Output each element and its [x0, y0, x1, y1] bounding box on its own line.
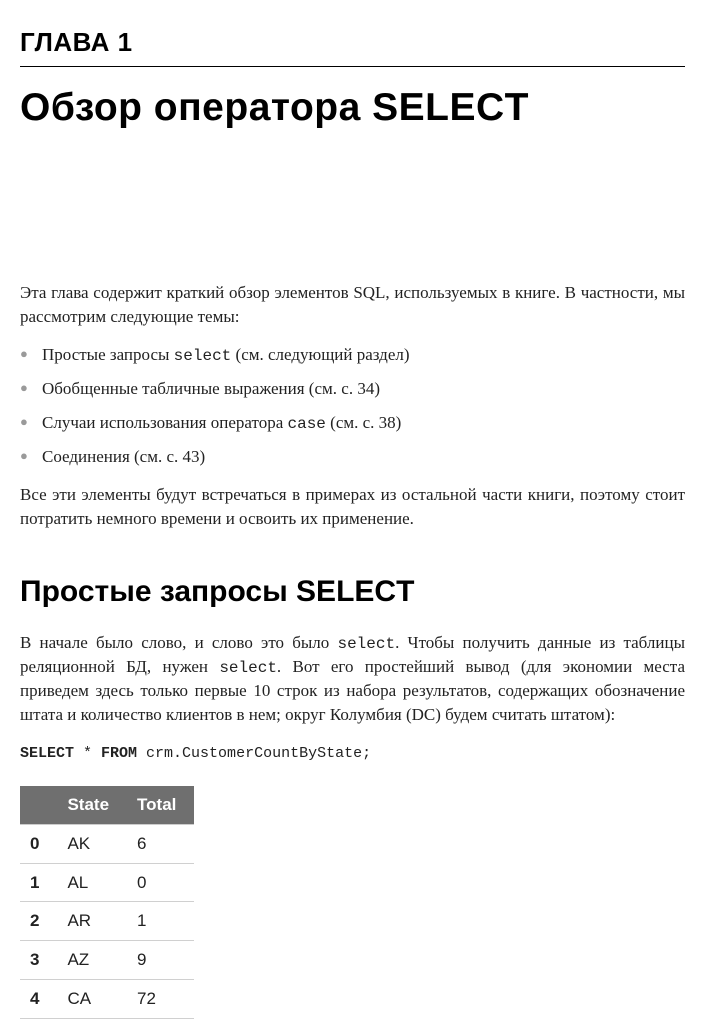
cell-total: 6	[127, 824, 194, 863]
title-rule	[20, 66, 685, 67]
post-intro-paragraph: Все эти элементы будут встречаться в при…	[20, 483, 685, 531]
table-row: 3 AZ 9	[20, 941, 194, 980]
keyword: FROM	[101, 745, 137, 762]
text: В начале было слово, и слово это было	[20, 633, 337, 652]
cell-state: AZ	[57, 941, 127, 980]
table-header: State	[57, 786, 127, 824]
row-index: 2	[20, 902, 57, 941]
cell-total: 9	[127, 941, 194, 980]
keyword: SELECT	[20, 745, 74, 762]
list-text: Обобщенные табличные выражения (см. с. 3…	[42, 379, 380, 398]
intro-paragraph: Эта глава содержит краткий обзор элемент…	[20, 281, 685, 329]
code-text: crm.CustomerCountByState;	[137, 745, 371, 762]
topic-list: Простые запросы select (см. следующий ра…	[20, 343, 685, 469]
chapter-label: ГЛАВА 1	[20, 24, 685, 60]
table-row: 0 AK 6	[20, 824, 194, 863]
table-row: 4 CA 72	[20, 979, 194, 1018]
list-item: Соединения (см. с. 43)	[20, 445, 685, 469]
cell-state: AL	[57, 863, 127, 902]
cell-total: 0	[127, 863, 194, 902]
row-index: 4	[20, 979, 57, 1018]
cell-state: AK	[57, 824, 127, 863]
code-text: *	[74, 745, 101, 762]
row-index: 3	[20, 941, 57, 980]
inline-code: select	[219, 659, 277, 677]
row-index: 0	[20, 824, 57, 863]
section-paragraph: В начале было слово, и слово это было se…	[20, 631, 685, 727]
section-title: Простые запросы SELECT	[20, 571, 685, 613]
row-index: 1	[20, 863, 57, 902]
result-table: State Total 0 AK 6 1 AL 0 2 AR 1 3 AZ 9 …	[20, 786, 194, 1019]
cell-state: CA	[57, 979, 127, 1018]
list-text: Простые запросы	[42, 345, 174, 364]
inline-code: case	[288, 415, 326, 433]
list-item: Простые запросы select (см. следующий ра…	[20, 343, 685, 367]
cell-total: 1	[127, 902, 194, 941]
code-block: SELECT * FROM crm.CustomerCountByState;	[20, 743, 685, 764]
chapter-title: Обзор оператора SELECT	[20, 81, 685, 136]
list-text: (см. следующий раздел)	[231, 345, 409, 364]
list-item: Случаи использования оператора case (см.…	[20, 411, 685, 435]
table-header	[20, 786, 57, 824]
inline-code: select	[337, 635, 395, 653]
table-row: 2 AR 1	[20, 902, 194, 941]
list-item: Обобщенные табличные выражения (см. с. 3…	[20, 377, 685, 401]
table-row: 1 AL 0	[20, 863, 194, 902]
cell-state: AR	[57, 902, 127, 941]
list-text: Соединения (см. с. 43)	[42, 447, 205, 466]
cell-total: 72	[127, 979, 194, 1018]
table-header-row: State Total	[20, 786, 194, 824]
table-header: Total	[127, 786, 194, 824]
inline-code: select	[174, 347, 232, 365]
list-text: Случаи использования оператора	[42, 413, 288, 432]
list-text: (см. с. 38)	[326, 413, 401, 432]
